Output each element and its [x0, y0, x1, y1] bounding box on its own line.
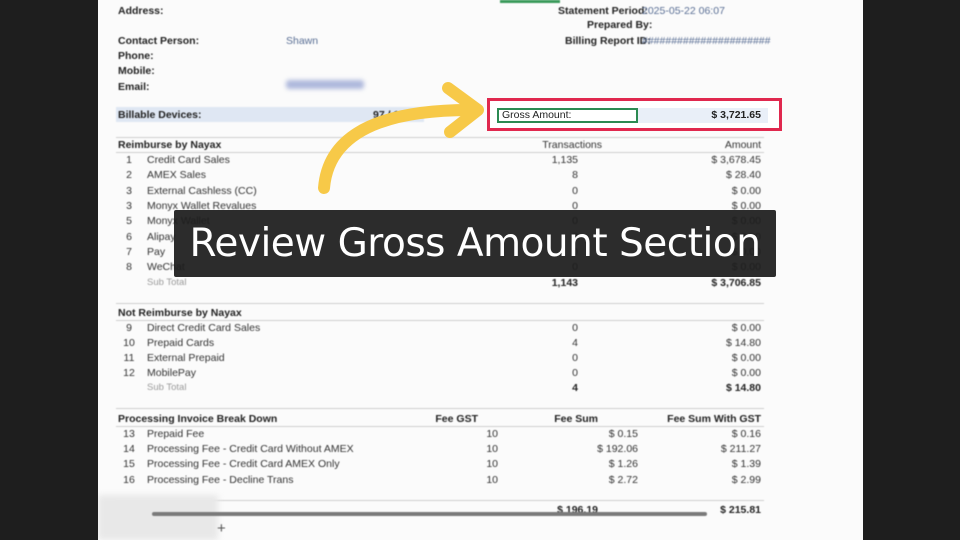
row-amount: $ 0.00 — [731, 322, 761, 334]
row-number: 8 — [126, 261, 132, 274]
row-name: Processing Fee - Decline Trans — [147, 473, 294, 486]
row-number: 7 — [126, 245, 132, 258]
horizontal-scrollbar[interactable] — [152, 512, 707, 516]
not-reimburse-title: Not Reimburse by Nayax — [118, 307, 242, 319]
sheet-tabs-area[interactable] — [98, 495, 218, 540]
statement-period-value: 2025-05-22 06:07 — [642, 5, 725, 17]
col-fee-sum-with-gst: Fee Sum With GST — [667, 413, 761, 425]
row-number: 15 — [123, 458, 135, 471]
row-number: 10 — [123, 337, 135, 349]
not-reimburse-subtotal-label: Sub Total — [147, 382, 187, 393]
row-fee-gst: 10 — [486, 458, 498, 471]
row-amount: $ 0.00 — [731, 184, 761, 197]
row-transactions: 0 — [572, 322, 578, 334]
row-name: Processing Fee - Credit Card AMEX Only — [147, 458, 340, 471]
row-name: External Cashless (CC) — [147, 184, 257, 197]
active-column-indicator — [500, 0, 560, 3]
row-amount: $ 28.40 — [725, 169, 761, 182]
row-transactions: 0 — [572, 352, 578, 364]
row-name: Credit Card Sales — [147, 154, 230, 166]
row-name: Pay — [147, 245, 166, 258]
row-name: MobilePay — [147, 367, 197, 379]
row-fee-gst: 10 — [486, 473, 498, 486]
prepared-by-label: Prepared By: — [587, 19, 653, 31]
email-label: Email: — [118, 81, 150, 93]
not-reimburse-subtotal-amount: $ 14.80 — [725, 382, 761, 394]
row-amount: $ 14.80 — [725, 337, 761, 349]
row-number: 14 — [123, 443, 135, 456]
row-amount: $ 0.00 — [731, 352, 761, 364]
row-amount: $ 3,678.45 — [711, 154, 761, 166]
statement-period-label: Statement Period: — [558, 5, 648, 17]
contact-person-value: Shawn — [286, 35, 319, 47]
address-label: Address: — [118, 5, 164, 17]
row-name: AMEX Sales — [147, 169, 206, 182]
row-name: Direct Credit Card Sales — [147, 322, 261, 334]
row-number: 3 — [126, 184, 132, 197]
gross-amount-label: Gross Amount: — [502, 109, 572, 121]
row-name: Prepaid Fee — [147, 428, 205, 440]
row-number: 6 — [126, 230, 132, 243]
right-dark-margin — [863, 0, 960, 540]
row-number: 9 — [126, 322, 132, 334]
mobile-label: Mobile: — [118, 65, 155, 77]
phone-label: Phone: — [118, 50, 154, 62]
row-number: 1 — [126, 154, 132, 166]
row-fee-sum: $ 192.06 — [597, 443, 638, 456]
row-number: 2 — [126, 169, 132, 182]
reimburse-subtotal-tx: 1,143 — [551, 277, 578, 289]
caption-text: Review Gross Amount Section — [189, 221, 761, 266]
row-transactions: 4 — [572, 337, 578, 349]
row-name: Alipay — [147, 230, 176, 243]
row-number: 16 — [123, 473, 135, 486]
row-number: 13 — [123, 428, 135, 440]
gross-amount-value: $ 3,721.65 — [711, 109, 761, 121]
contact-person-label: Contact Person: — [118, 35, 200, 47]
row-fee-sum-gst: $ 2.99 — [731, 473, 761, 486]
row-fee-sum-gst: $ 0.16 — [731, 428, 761, 440]
row-amount: $ 0.00 — [731, 367, 761, 379]
billing-report-id-value: ###################### — [642, 35, 771, 47]
row-fee-sum-gst: $ 1.39 — [731, 458, 761, 471]
col-fee-gst: Fee GST — [435, 413, 478, 425]
gross-amount-highlight: Gross Amount: $ 3,721.65 — [487, 98, 782, 131]
row-transactions: 1,135 — [551, 154, 578, 166]
row-name: Prepaid Cards — [147, 337, 215, 349]
not-reimburse-subtotal-tx: 4 — [572, 382, 578, 394]
row-fee-sum: $ 1.26 — [608, 458, 638, 471]
left-dark-margin — [0, 0, 98, 540]
row-number: 11 — [123, 352, 135, 364]
billable-devices-label: Billable Devices: — [118, 109, 202, 121]
row-number: 12 — [123, 367, 135, 379]
row-name: External Prepaid — [147, 352, 225, 364]
row-number: 5 — [126, 215, 132, 228]
billing-report-id-label: Billing Report ID: — [565, 35, 651, 47]
caption-banner: Review Gross Amount Section — [174, 210, 776, 277]
row-fee-sum: $ 0.15 — [608, 428, 638, 440]
curved-arrow-icon — [318, 82, 484, 194]
row-name: Processing Fee - Credit Card Without AME… — [147, 443, 354, 456]
reimburse-subtotal-amount: $ 3,706.85 — [711, 277, 761, 289]
row-transactions: 0 — [572, 367, 578, 379]
row-number: 3 — [126, 199, 132, 212]
col-transactions: Transactions — [542, 139, 602, 151]
row-fee-sum-gst: $ 211.27 — [720, 443, 761, 456]
col-amount: Amount — [724, 139, 761, 151]
row-fee-gst: 10 — [486, 443, 498, 456]
add-sheet-button[interactable]: + — [217, 520, 226, 537]
row-transactions: 8 — [572, 169, 578, 182]
reimburse-title: Reimburse by Nayax — [118, 139, 222, 151]
processing-title: Processing Invoice Break Down — [118, 413, 278, 425]
row-fee-gst: 10 — [486, 428, 498, 440]
row-transactions: 0 — [572, 184, 578, 197]
row-fee-sum: $ 2.72 — [608, 473, 638, 486]
reimburse-subtotal-label: Sub Total — [147, 277, 187, 288]
col-fee-sum: Fee Sum — [554, 413, 598, 425]
